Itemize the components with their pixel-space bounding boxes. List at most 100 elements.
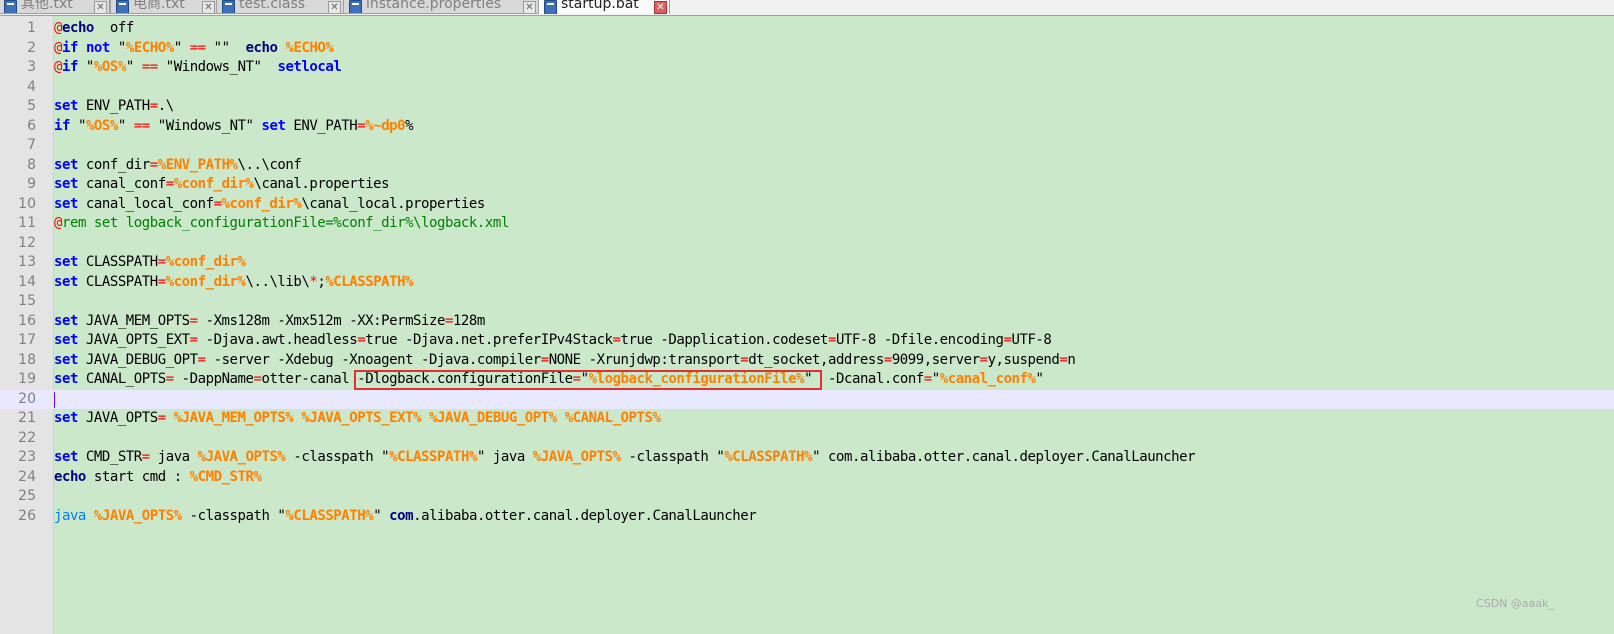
code-token: = <box>979 351 988 368</box>
close-icon[interactable]: ✕ <box>328 1 341 13</box>
code-token: java <box>54 507 86 524</box>
code-line[interactable]: 10 set canal_local_conf=%conf_dir%\canal_… <box>0 195 1614 215</box>
code-line[interactable]: 2 @if not "%ECHO%" == "" echo %ECHO% <box>0 39 1614 59</box>
code-token: %OS% <box>85 117 118 134</box>
code-token: = <box>157 273 166 290</box>
line-number: 21 <box>18 410 36 426</box>
code-token: " <box>125 59 142 75</box>
code-text: @echo off <box>54 19 134 39</box>
code-token: "" <box>205 39 246 56</box>
code-line[interactable]: 24 echo start cmd : %CMD_STR% <box>0 468 1614 488</box>
code-line[interactable]: 8 set conf_dir=%ENV_PATH%\..\conf <box>0 156 1614 176</box>
code-token: %canal_conf% <box>939 371 1036 387</box>
code-token: %OS% <box>93 59 126 75</box>
tab-1[interactable]: 其他.txt ✕ <box>0 0 110 14</box>
close-icon[interactable]: ✕ <box>523 1 536 13</box>
tab-label: 电商.txt <box>133 0 185 12</box>
file-icon <box>116 0 129 13</box>
line-number: 6 <box>27 117 36 134</box>
code-line[interactable]: 11 @rem set logback_configurationFile=%co… <box>0 214 1614 234</box>
code-token: true -Djava.net.preferIPv4Stack <box>365 332 613 348</box>
tab-3[interactable]: test.class ✕ <box>216 0 344 14</box>
code-token: set <box>54 371 78 387</box>
code-line[interactable]: 1 @echo off <box>0 19 1614 39</box>
code-token: off <box>93 20 134 36</box>
tab-5[interactable]: startup.bat ✕ <box>538 0 670 14</box>
code-line[interactable]: 21 set JAVA_OPTS= %JAVA_MEM_OPTS% %JAVA_O… <box>0 409 1614 429</box>
tab-bar: 其他.txt ✕ 电商.txt ✕ test.class ✕ instance.proper… <box>0 0 1614 16</box>
code-token: " java <box>476 449 533 465</box>
code-token: = <box>444 312 453 329</box>
code-token: \canal.properties <box>253 176 390 192</box>
code-token: %CLASSPATH% <box>724 449 813 465</box>
code-line[interactable]: 5 set ENV_PATH=.\ <box>0 97 1614 117</box>
code-line[interactable]: 7 <box>0 136 1614 156</box>
line-number: 26 <box>18 507 36 524</box>
code-line[interactable]: 3 @if "%OS%" == "Windows_NT" setlocal <box>0 58 1614 78</box>
code-token: \canal_local.properties <box>301 195 485 212</box>
code-token: == <box>133 117 150 134</box>
code-line[interactable]: 4 <box>0 78 1614 98</box>
code-text: set JAVA_MEM_OPTS= -Xms128m -Xmx512m -XX… <box>54 312 485 332</box>
code-line[interactable]: 12 <box>0 234 1614 254</box>
code-editor[interactable]: 1 @echo off 2 @if not "%ECHO%" == "" echo %… <box>0 16 1614 634</box>
code-token: @ <box>54 215 62 231</box>
code-token: = <box>827 332 836 348</box>
code-line[interactable]: 16 set JAVA_MEM_OPTS= -Xms128m -Xmx512m -… <box>0 312 1614 332</box>
code-token: %~dp0 <box>365 117 406 134</box>
code-token: n <box>1067 351 1076 368</box>
code-line[interactable]: 9 set canal_conf=%conf_dir%\canal.propert… <box>0 175 1614 195</box>
line-number: 20 <box>18 390 36 407</box>
code-token: = <box>157 410 166 426</box>
line-number: 22 <box>18 429 36 446</box>
code-line[interactable]: 19 set CANAL_OPTS= -DappName=otter-canal … <box>0 370 1614 390</box>
close-icon[interactable]: ✕ <box>202 1 215 13</box>
code-line[interactable]: 6 if "%OS%" == "Windows_NT" set ENV_PATH=… <box>0 117 1614 137</box>
code-line[interactable]: 22 <box>0 429 1614 449</box>
code-line[interactable]: 15 <box>0 292 1614 312</box>
code-token: canal_local_conf <box>77 195 214 212</box>
line-number: 5 <box>27 98 36 114</box>
code-line[interactable]: 26 java %JAVA_OPTS% -classpath "%CLASSPAT… <box>0 507 1614 527</box>
tab-2[interactable]: 电商.txt ✕ <box>110 0 218 14</box>
file-icon <box>544 0 557 14</box>
close-icon[interactable]: ✕ <box>654 1 667 14</box>
code-text: if "%OS%" == "Windows_NT" set ENV_PATH=%… <box>54 117 414 137</box>
code-line[interactable]: 18 set JAVA_DEBUG_OPT= -server -Xdebug -X… <box>0 351 1614 371</box>
code-token: set <box>54 312 78 329</box>
code-token: NONE -Xrunjdwp:transport <box>548 351 741 368</box>
line-number: 16 <box>18 312 36 329</box>
line-number: 18 <box>18 351 36 368</box>
code-token: = <box>923 371 932 387</box>
close-icon[interactable]: ✕ <box>94 1 107 13</box>
code-token: %CMD_STR% <box>189 468 262 485</box>
code-token: ENV_PATH <box>285 117 358 134</box>
code-line[interactable]: 25 <box>0 487 1614 507</box>
code-token: JAVA_OPTS <box>77 410 158 426</box>
code-text: echo start cmd : %CMD_STR% <box>54 468 262 488</box>
code-token: % <box>405 117 414 134</box>
code-line[interactable]: 20 <box>0 389 1614 409</box>
line-number: 15 <box>18 293 36 309</box>
code-token: canal_conf <box>77 176 166 192</box>
tab-4[interactable]: instance.properties ✕ <box>343 0 539 14</box>
line-number: 1 <box>27 20 36 36</box>
code-token: %conf_dir% <box>165 273 246 290</box>
code-token: %CLASSPATH% <box>389 449 477 465</box>
code-token: set <box>54 273 78 290</box>
line-number: 14 <box>18 273 36 290</box>
code-token: = <box>357 332 366 348</box>
code-line[interactable]: 13 set CLASSPATH=%conf_dir% <box>0 253 1614 273</box>
code-token: "Windows_NT" <box>157 59 278 75</box>
code-token: CLASSPATH <box>77 254 158 270</box>
code-token: %JAVA_OPTS_EXT% <box>301 410 422 426</box>
code-token: %conf_dir% <box>173 176 254 192</box>
line-number: 25 <box>18 488 36 504</box>
code-line[interactable]: 17 set JAVA_OPTS_EXT= -Djava.awt.headless… <box>0 331 1614 351</box>
code-line[interactable]: 14 set CLASSPATH=%conf_dir%\..\lib\*;%CLA… <box>0 273 1614 293</box>
code-token: = <box>141 449 150 465</box>
code-line[interactable]: 23 set CMD_STR= java %JAVA_OPTS% -classpa… <box>0 448 1614 468</box>
